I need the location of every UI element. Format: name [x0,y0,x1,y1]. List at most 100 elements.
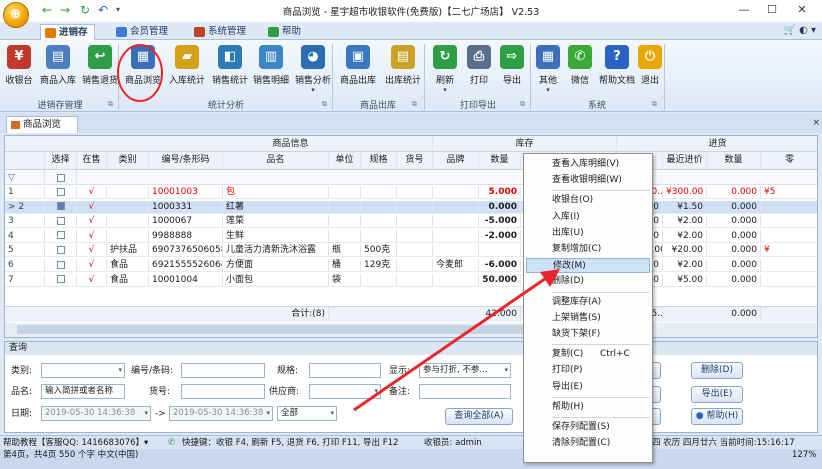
column-header[interactable]: 单位 [329,152,361,169]
ribbon-button-3[interactable]: ▦ 商品浏览 [122,43,164,95]
ribbon-button-13[interactable]: ▦ 其他 ▾ [532,43,564,95]
column-header[interactable]: 类别 [107,152,149,169]
doc-close-icon[interactable]: × [812,118,820,128]
ribbon-button-11[interactable]: ⎙ 打印 [464,43,494,95]
context-menu-item[interactable]: 上架销售(S) [526,311,650,326]
tab-system[interactable]: 系统管理 [190,24,252,40]
ribbon-button-7[interactable]: ◕ 销售分析 ▾ [292,43,334,95]
app-logo[interactable]: ⊕ [3,2,29,28]
ribbon-button-15[interactable]: ? 帮助文档 [596,43,638,95]
context-menu-item[interactable]: 打印(P) [526,363,650,378]
sales-detail-icon: ▥ [259,45,283,69]
column-header[interactable]: 货号 [397,152,433,169]
table-row[interactable]: > 2√1000331红薯0.000¥15.00¥1.500.000 [5,200,817,214]
close-window-button[interactable]: ✕ [790,2,814,18]
tab-inventory[interactable]: 进销存 [40,24,95,40]
export-button[interactable]: 导出(E) [691,386,743,403]
maximize-button[interactable]: ☐ [760,2,784,18]
horizontal-scrollbar[interactable] [5,323,817,337]
supplier-select[interactable]: ▾ [309,384,381,399]
show-select[interactable]: 参与打折, 不参... ▾ [419,363,511,378]
ribbon-button-1[interactable]: ▤ 商品入库 [36,43,80,95]
help-tutorial-link[interactable]: 帮助教程【客服QQ: 1416683076】▾ [3,436,148,450]
context-menu-item[interactable]: 删除(D) [526,274,650,289]
item-no-input[interactable] [181,384,265,399]
note-input[interactable] [419,384,511,399]
table-row[interactable]: 1√10001003包5.000¥¥16,500...¥300.000.000¥… [5,186,817,199]
date-range-select[interactable]: 全部 ▾ [277,406,337,421]
column-header[interactable]: 在售 [77,152,107,169]
category-select[interactable]: ▾ [41,363,125,378]
ribbon-button-16[interactable]: ⏻ 退出 [638,43,662,95]
context-menu-item[interactable]: 查看入库明细(V) [526,157,650,172]
column-header[interactable]: 数量 [707,152,761,169]
checkbox-icon[interactable] [56,216,65,225]
checkbox-icon[interactable] [56,231,65,240]
tab-help[interactable]: 帮助 [264,24,307,40]
ribbon-button-10[interactable]: ↻ 刷新 ▾ [428,43,462,95]
table-row[interactable]: 6√食品6921555526064方便面桶129克今麦郎-6.000¥398.0… [5,259,817,272]
context-menu-item[interactable]: 帮助(H) [526,400,650,415]
tabrow-right-icons[interactable]: 🛒 ◐ ▾ [783,25,816,36]
ribbon-button-12[interactable]: ⇨ 导出 [496,43,528,95]
ribbon-button-2[interactable]: ↩ 销售退货 [80,43,120,95]
checkbox-icon[interactable] [56,187,65,196]
column-header[interactable]: 数量 [479,152,521,169]
group-launcher-icon[interactable]: ⧉ [520,100,525,109]
context-menu-item[interactable]: 缺货下架(F) [526,327,650,342]
ribbon-button-9[interactable]: ▤ 出库统计 [380,43,426,95]
name-input[interactable]: 输入简拼或者名称 [41,384,125,399]
context-menu-item[interactable]: 调整库存(A) [526,295,650,310]
minimize-button[interactable]: — [732,2,756,18]
group-launcher-icon[interactable]: ⧉ [652,100,657,109]
column-header[interactable]: 选择 [45,152,77,169]
checkbox-icon[interactable] [56,275,65,284]
group-launcher-icon[interactable]: ⧉ [108,100,113,109]
ribbon-button-0[interactable]: ¥ 收银台 [2,43,36,95]
context-menu-item[interactable]: 查看收银明细(W) [526,173,650,188]
group-launcher-icon[interactable]: ⧉ [412,100,417,109]
context-menu-item[interactable]: 保存列配置(S) [526,420,650,435]
checkbox-icon[interactable] [56,202,65,211]
context-menu-item[interactable]: 修改(M) [526,258,650,274]
column-header[interactable]: 最近进价 [663,152,707,169]
code-input[interactable] [181,363,265,378]
table-row[interactable]: 5√护扶品6907376506058儿童活力清新洗沐浴露瓶500克¥1,900.… [5,244,817,258]
context-menu-item[interactable]: 入库(I) [526,210,650,225]
column-header[interactable]: 规格 [361,152,397,169]
context-menu-item[interactable]: 复制(C) Ctrl+C [526,347,650,362]
help-button[interactable]: ● 帮助(H) [691,408,743,425]
context-menu-item[interactable]: 复制增加(C) [526,242,650,257]
group-launcher-icon[interactable]: ⧉ [322,100,327,109]
ribbon-button-5[interactable]: ◧ 销售统计 [210,43,250,95]
ribbon-button-4[interactable]: ▰ 入库统计 [166,43,208,95]
date-to-input[interactable]: 2019-05-30 14:36:38 ▾ [169,406,273,421]
checkbox-icon[interactable] [56,245,65,254]
ribbon-button-6[interactable]: ▥ 销售明细 [250,43,292,95]
filter-icon[interactable]: ▽ [5,170,45,184]
context-menu-item[interactable]: 导出(E) [526,380,650,395]
doc-tab-product-browse[interactable]: 商品浏览 [6,116,78,133]
column-header[interactable]: 零 [761,152,817,169]
scrollbar-thumb[interactable] [17,325,577,334]
context-menu-item[interactable]: 收银台(O) [526,193,650,208]
table-row[interactable]: 3√1000067莲菜-5.000¥20.00¥2.000.000 [5,215,817,229]
ribbon-button-14[interactable]: ✆ 微信 [566,43,594,95]
checkbox-icon[interactable] [56,173,65,182]
tab-members[interactable]: 会员管理 [112,24,174,40]
context-menu-item[interactable]: 出库(U) [526,226,650,241]
column-header[interactable]: 编号/条形码 [149,152,223,169]
column-header[interactable]: 品牌 [433,152,479,169]
column-header[interactable]: 品名 [223,152,329,169]
date-from-input[interactable]: 2019-05-30 14:36:38 ▾ [41,406,151,421]
item-no-cell [397,273,433,286]
context-menu-item[interactable]: 清除列配置(C) [526,436,650,451]
spec-input[interactable] [309,363,381,378]
delete-button[interactable]: 删除(D) [691,362,743,379]
table-row[interactable]: 7√食品10001004小面包袋50.000¥250.00¥5.000.000 [5,273,817,287]
query-all-button[interactable]: 查询全部(A) [445,408,513,425]
checkbox-icon[interactable] [56,260,65,269]
ribbon-button-8[interactable]: ▣ 商品出库 [336,43,380,95]
wechat-status-icon[interactable]: ✆ [168,436,175,450]
table-row[interactable]: 4√9988888生鲜-2.000¥20.00¥2.000.000 [5,229,817,243]
